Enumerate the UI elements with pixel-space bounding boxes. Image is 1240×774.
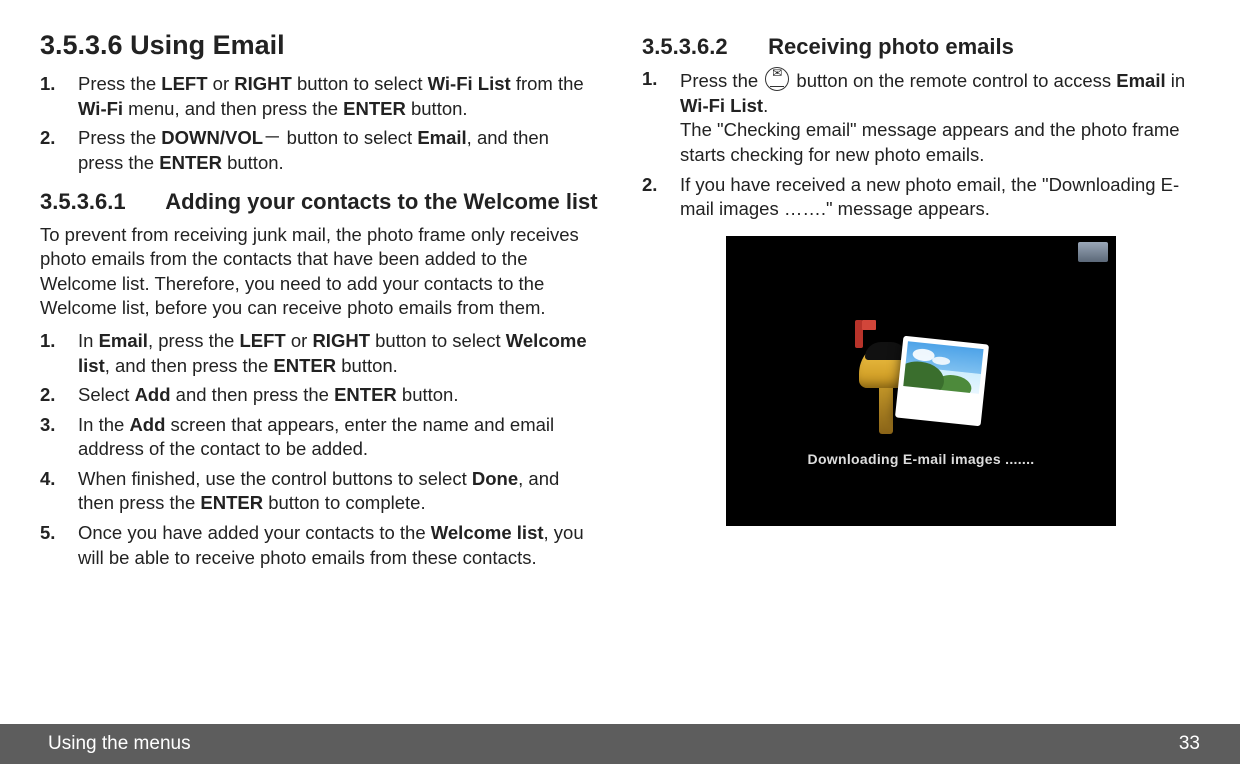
step-number: 2. <box>40 383 78 408</box>
step-body: Press the DOWN/VOL－ button to select Ema… <box>78 126 598 175</box>
steps-using-email: 1.Press the LEFT or RIGHT button to sele… <box>40 72 598 175</box>
intro-paragraph: To prevent from receiving junk mail, the… <box>40 223 598 321</box>
step-body: If you have received a new photo email, … <box>680 173 1200 222</box>
footer-title: Using the menus <box>48 733 191 755</box>
subsection-heading-1: 3.5.3.6.1 Adding your contacts to the We… <box>40 187 598 216</box>
step-body: Press the LEFT or RIGHT button to select… <box>78 72 598 121</box>
step-number: 1. <box>642 67 680 167</box>
step-number: 1. <box>40 72 78 121</box>
step-body: Once you have added your contacts to the… <box>78 521 598 570</box>
step-number: 3. <box>40 413 78 462</box>
section-heading: 3.5.3.6 Using Email <box>40 28 598 64</box>
step-item: 2.Select Add and then press the ENTER bu… <box>40 383 598 408</box>
subsection-title: Receiving photo emails <box>768 34 1014 59</box>
screenshot-caption: Downloading E-mail images ....... <box>808 450 1035 469</box>
subsection-number: 3.5.3.6.1 <box>40 187 160 216</box>
step-number: 1. <box>40 329 78 378</box>
step-number: 5. <box>40 521 78 570</box>
footer-page-number: 33 <box>1179 733 1200 755</box>
page-footer: Using the menus 33 <box>0 724 1240 764</box>
section-number: 3.5.3.6 <box>40 30 123 60</box>
right-column: 3.5.3.6.2 Receiving photo emails 1.Press… <box>642 28 1200 704</box>
step-item: 5.Once you have added your contacts to t… <box>40 521 598 570</box>
step-number: 2. <box>40 126 78 175</box>
left-column: 3.5.3.6 Using Email 1.Press the LEFT or … <box>40 28 598 704</box>
step-number: 2. <box>642 173 680 222</box>
email-remote-icon <box>765 67 789 91</box>
step-body: When finished, use the control buttons t… <box>78 467 598 516</box>
subsection-title: Adding your contacts to the Welcome list <box>165 189 597 214</box>
step-body: In Email, press the LEFT or RIGHT button… <box>78 329 598 378</box>
section-title: Using Email <box>130 30 285 60</box>
step-body: Press the button on the remote control t… <box>680 67 1200 167</box>
step-number: 4. <box>40 467 78 516</box>
step-item: 2.Press the DOWN/VOL－ button to select E… <box>40 126 598 175</box>
step-item: 1.Press the LEFT or RIGHT button to sele… <box>40 72 598 121</box>
step-item: 4.When finished, use the control buttons… <box>40 467 598 516</box>
step-item: 1.In Email, press the LEFT or RIGHT butt… <box>40 329 598 378</box>
mailbox-photo-icon <box>851 294 991 434</box>
subsection-heading-2: 3.5.3.6.2 Receiving photo emails <box>642 32 1200 61</box>
screenshot-corner-icon <box>1078 242 1108 262</box>
step-body: In the Add screen that appears, enter th… <box>78 413 598 462</box>
step-item: 1.Press the button on the remote control… <box>642 67 1200 167</box>
steps-receiving: 1.Press the button on the remote control… <box>642 67 1200 222</box>
screenshot-downloading: Downloading E-mail images ....... <box>726 236 1116 526</box>
step-body: Select Add and then press the ENTER butt… <box>78 383 598 408</box>
subsection-number: 3.5.3.6.2 <box>642 32 762 61</box>
step-item: 2.If you have received a new photo email… <box>642 173 1200 222</box>
step-item: 3.In the Add screen that appears, enter … <box>40 413 598 462</box>
steps-welcome-list: 1.In Email, press the LEFT or RIGHT butt… <box>40 329 598 570</box>
